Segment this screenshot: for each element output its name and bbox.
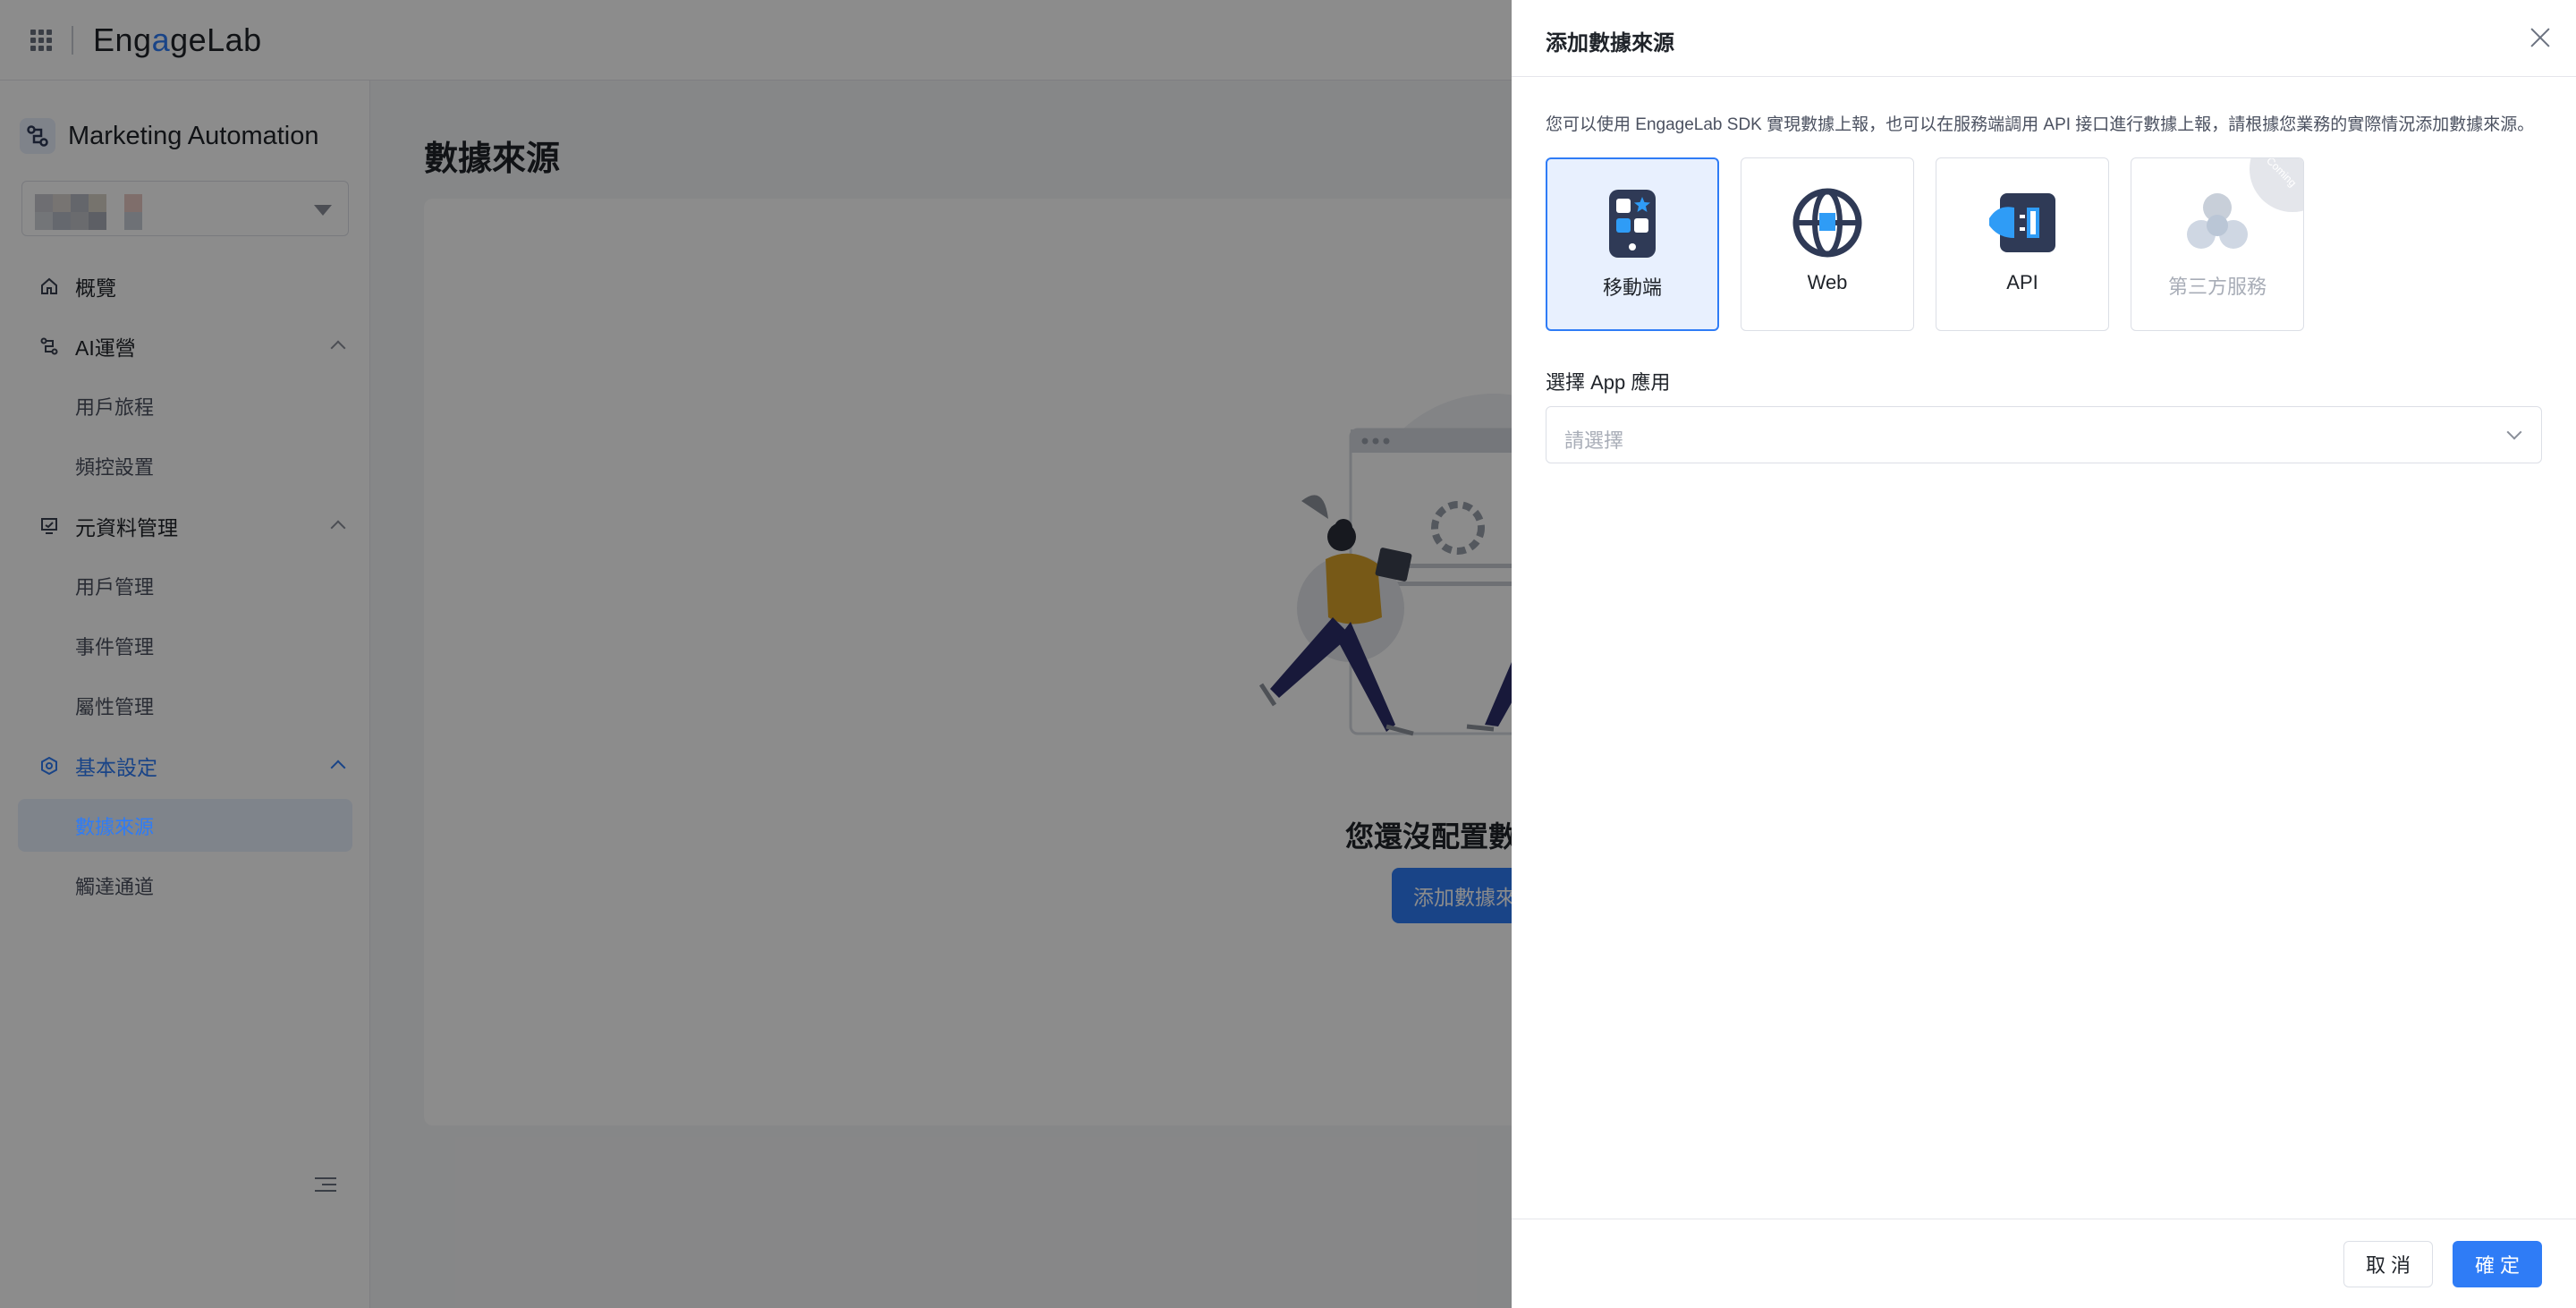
source-card-third-party[interactable]: Coming 第三方服務	[2131, 157, 2304, 331]
drawer-header: 添加數據來源	[1512, 0, 2576, 77]
cancel-button[interactable]: 取 消	[2343, 1241, 2433, 1287]
globe-icon	[1792, 187, 1863, 259]
app-select-label: 選擇 App 應用	[1546, 371, 1671, 394]
app-select[interactable]: 請選擇	[1546, 406, 2542, 463]
drawer-footer: 取 消 確 定	[1512, 1219, 2576, 1308]
api-plug-icon	[1987, 187, 2058, 259]
close-icon[interactable]	[2528, 25, 2553, 50]
confirm-button[interactable]: 確 定	[2453, 1241, 2542, 1287]
chevron-down-icon	[2506, 424, 2522, 440]
drawer-description: 您可以使用 EngageLab SDK 實現數據上報，也可以在服務端調用 API…	[1546, 115, 2535, 134]
source-card-web[interactable]: Web	[1741, 157, 1914, 331]
drawer-title: 添加數據來源	[1546, 31, 1674, 55]
source-card-mobile[interactable]: 移動端	[1546, 157, 1719, 331]
mobile-icon	[1597, 188, 1668, 259]
third-party-icon	[2182, 187, 2253, 259]
app-select-placeholder: 請選擇	[1564, 429, 1624, 452]
source-card-api[interactable]: API	[1936, 157, 2109, 331]
source-type-cards: 移動端 Web API Coming 第三方服務	[1546, 157, 2304, 331]
add-data-source-drawer: 添加數據來源 您可以使用 EngageLab SDK 實現數據上報，也可以在服務…	[1512, 0, 2576, 1308]
